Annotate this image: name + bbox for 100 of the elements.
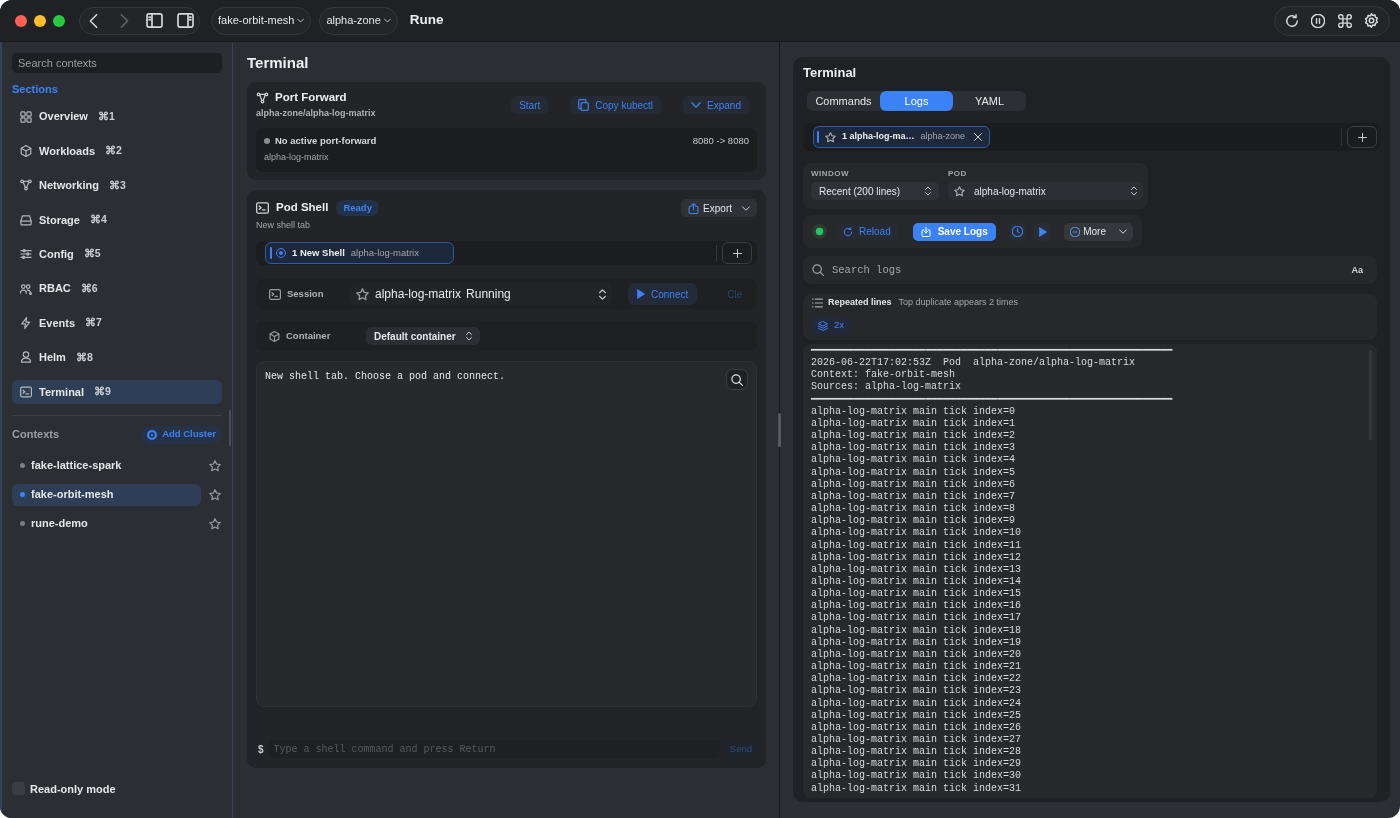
settings-icon[interactable] (1363, 13, 1379, 28)
log-line: alpha-log-matrix main tick index=0 (811, 405, 1016, 418)
star-icon[interactable] (209, 517, 221, 530)
nav-item[interactable]: Overview ⌘1 (12, 105, 222, 129)
save-logs-button[interactable]: Save Logs (912, 222, 996, 241)
log-line: alpha-log-matrix main tick index=20 (811, 648, 1022, 661)
star-icon[interactable] (954, 185, 965, 197)
pod-select[interactable]: alpha-log-matrix (948, 182, 1143, 200)
count-text: 2x (834, 318, 845, 333)
log-line: alpha-log-matrix main tick index=2 (811, 430, 1016, 442)
tab[interactable]: Commands (807, 91, 880, 111)
download-icon (920, 226, 931, 237)
sidebar-right-icon[interactable] (176, 13, 194, 28)
nav-item[interactable]: RBAC ⌘6 (12, 276, 222, 301)
panel-detail: Top duplicate appears 2 times (898, 296, 1019, 310)
nav-item[interactable]: Terminal ⌘9 (12, 380, 222, 404)
log-line: 2026-06-22T17:02:53Z Pod alpha-zone/alpha-log-matrix (811, 357, 1136, 369)
sidebar-left-icon[interactable] (146, 13, 164, 28)
context-dropdown[interactable]: fake-orbit-mesh (211, 6, 312, 35)
indicator-bar-icon (817, 131, 819, 143)
person-icon (20, 351, 32, 364)
page-title: Terminal (247, 54, 309, 72)
log-line: alpha-log-matrix main tick index=5 (811, 466, 1016, 479)
upload-icon (688, 202, 700, 214)
add-cluster-button[interactable]: Add Cluster (141, 425, 222, 444)
log-line: alpha-log-matrix main tick index=13 (811, 563, 1022, 576)
star-icon[interactable] (209, 459, 221, 472)
search-button[interactable] (726, 369, 748, 390)
log-line: alpha-log-matrix main tick index=7 (811, 490, 1016, 503)
clock-icon (1011, 226, 1023, 237)
window-title: Rune (409, 11, 444, 30)
pod-name: alpha-log-matrix (264, 151, 329, 163)
namespace-dropdown[interactable]: alpha-zone (319, 6, 398, 35)
shell-tab[interactable]: 1 New Shell alpha-log-matrix (265, 242, 454, 264)
chevron-left-icon[interactable] (89, 13, 99, 28)
plus-circle-icon (147, 429, 158, 440)
star-icon[interactable] (356, 287, 369, 301)
pod-select[interactable]: alpha-log-matrix Running (350, 283, 612, 305)
card-subtitle: New shell tab (256, 219, 311, 231)
star-icon[interactable] (209, 488, 221, 501)
scrollbar[interactable] (229, 410, 231, 446)
tab[interactable]: YAML (953, 91, 1026, 111)
caret-icon (383, 18, 391, 23)
context-item[interactable]: fake-lattice-spark (12, 454, 201, 477)
context-item[interactable]: rune-demo (12, 512, 201, 535)
chevron-updown-icon (465, 331, 472, 341)
action-button[interactable]: Start (511, 96, 549, 114)
resize-handle[interactable] (778, 413, 781, 447)
terminal-icon (256, 202, 269, 214)
more-button[interactable]: More (1064, 222, 1133, 241)
chevron-down-icon (691, 102, 702, 108)
log-line: alpha-log-matrix main tick index=12 (811, 551, 1022, 564)
minimize-icon[interactable] (34, 14, 46, 27)
chevron-updown-icon (925, 186, 931, 196)
drive-icon (20, 213, 32, 226)
log-line: alpha-log-matrix main tick index=21 (811, 661, 1022, 673)
log-line: alpha-log-matrix main tick index=31 (811, 782, 1022, 795)
action-button[interactable]: Expand (683, 96, 749, 114)
nav-item[interactable]: Helm ⌘8 (12, 345, 222, 370)
pause-icon[interactable] (1311, 13, 1326, 28)
nav-item[interactable]: Config ⌘5 (12, 242, 222, 266)
close-icon[interactable] (15, 14, 27, 27)
terminal-icon (20, 385, 32, 398)
play-button[interactable] (1034, 222, 1052, 241)
history-button[interactable] (1008, 222, 1026, 241)
nav-item[interactable]: Networking ⌘3 (12, 173, 222, 198)
container-select[interactable]: Default container (366, 327, 480, 345)
search-icon (731, 373, 743, 386)
match-case-button[interactable]: Aa (1351, 264, 1363, 276)
reload-button[interactable]: Reload (836, 222, 898, 241)
plus-icon (1357, 132, 1367, 142)
add-tab-button[interactable] (1347, 126, 1377, 148)
log-tab[interactable]: 1 alpha-log-ma… alpha-zone (813, 126, 990, 148)
network-icon (256, 92, 269, 104)
add-tab-button[interactable] (722, 242, 752, 264)
status-text: No active port-forward (275, 133, 377, 148)
nav-item[interactable]: Workloads ⌘2 (12, 139, 222, 163)
refresh-icon[interactable] (1285, 13, 1300, 28)
command-icon[interactable] (1337, 13, 1352, 28)
action-button[interactable]: Copy kubectl (570, 96, 662, 114)
circle-dot-icon (276, 248, 286, 258)
log-line: Context: fake-orbit-mesh (811, 369, 956, 381)
indicator-bar-icon (270, 247, 272, 259)
nav-item[interactable]: Storage ⌘4 (12, 208, 222, 232)
log-line: alpha-log-matrix main tick index=16 (811, 600, 1022, 612)
connect-button[interactable]: Connect (628, 283, 698, 305)
log-line: alpha-log-matrix main tick index=6 (811, 478, 1016, 491)
log-line: alpha-log-matrix main tick index=4 (811, 454, 1016, 467)
context-item[interactable]: fake-orbit-mesh (12, 483, 201, 506)
export-button[interactable]: Export (681, 199, 757, 217)
log-line: alpha-log-matrix main tick index=11 (811, 539, 1022, 552)
bolt-icon (20, 317, 32, 330)
close-icon[interactable] (974, 133, 982, 141)
search-field[interactable]: Search contexts (12, 53, 222, 73)
list-icon (812, 298, 823, 308)
star-icon[interactable] (825, 131, 836, 143)
tab[interactable]: Logs (880, 91, 953, 111)
nav-item[interactable]: Events ⌘7 (12, 311, 222, 335)
zoom-icon[interactable] (53, 14, 65, 27)
window-select[interactable]: Recent (200 lines) (811, 182, 939, 200)
